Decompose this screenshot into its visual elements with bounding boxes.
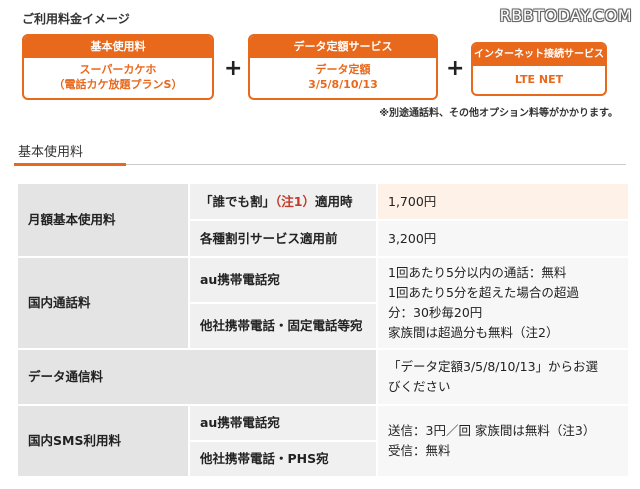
plan-box-header: データ定額サービス [250, 36, 436, 58]
footnote: ※別途通話料、その他オプション料等がかかります。 [379, 108, 618, 119]
row-header-data: データ通信料 [16, 348, 378, 406]
plan-box-header: インターネット接続サービス [473, 44, 605, 66]
row-subheader: 他社携帯電話・PHS宛 [188, 440, 378, 478]
table-row: 月額基本使用料 「誰でも割」（注1）適用時 1,700円 [16, 182, 630, 258]
row-subheader: 「誰でも割」（注1）適用時 [188, 182, 378, 221]
plan-box-line: 3/5/8/10/13 [308, 78, 378, 91]
table-row: 国内通話料 au携帯電話宛 1回あたり5分以内の通話：無料 1回あたり5分を超え… [16, 256, 630, 350]
row-header-domestic-call: 国内通話料 [16, 256, 190, 350]
row-header-sms: 国内SMS利用料 [16, 404, 190, 478]
value-line: 分：30秒毎20円 [388, 305, 483, 320]
plan-box-body: LTE NET [473, 66, 605, 87]
summary-title: ご利用料金イメージ [22, 12, 130, 26]
label-text: 適用時 [314, 193, 353, 209]
plus-sign: + [446, 56, 465, 81]
cell-value: 1回あたり5分以内の通話：無料 1回あたり5分を超えた場合の超過 分：30秒毎2… [376, 256, 630, 350]
plan-box-line: LTE NET [514, 73, 564, 86]
row-header-monthly: 月額基本使用料 [16, 182, 190, 258]
plan-box-body: スーパーカケホ （電話カケ放題プランS） [24, 58, 212, 92]
plan-box-line: データ定額 [315, 63, 371, 76]
value-line: びください [388, 379, 451, 394]
note-ref: （注1） [275, 193, 315, 209]
plus-sign: + [224, 56, 243, 81]
plan-box-line: スーパーカケホ [79, 63, 157, 76]
row-subheader: 他社携帯電話・固定電話等宛 [188, 302, 378, 350]
row-subheader: au携帯電話宛 [188, 404, 378, 442]
plan-box-header: 基本使用料 [24, 36, 212, 58]
value-line: 1回あたり5分以内の通話：無料 [388, 265, 567, 280]
watermark: RBBTODAY.COM [499, 6, 632, 25]
cell-value: 送信：3円／回 家族間は無料（注3） 受信：無料 [376, 404, 630, 478]
value-line: 家族間は超過分も無料（注2） [388, 325, 559, 340]
cell-value: 3,200円 [376, 219, 630, 258]
section-divider-accent [14, 163, 126, 166]
plan-box-body: データ定額 3/5/8/10/13 [250, 58, 436, 92]
fee-table: 月額基本使用料 「誰でも割」（注1）適用時 1,700円 各種割引サービス適用前… [16, 182, 630, 478]
cell-value: 1,700円 [376, 182, 630, 221]
plan-box-data: データ定額サービス データ定額 3/5/8/10/13 [248, 34, 438, 100]
value-line: 「データ定額3/5/8/10/13」からお選 [388, 359, 599, 374]
value-line: 1回あたり5分を超えた場合の超過 [388, 285, 579, 300]
table-row: データ通信料 「データ定額3/5/8/10/13」からお選 びください [16, 348, 630, 406]
plan-box-basic: 基本使用料 スーパーカケホ （電話カケ放題プランS） [22, 34, 214, 100]
value-line: 受信：無料 [388, 443, 451, 458]
row-subheader: 各種割引サービス適用前 [188, 219, 378, 258]
cell-value: 「データ定額3/5/8/10/13」からお選 びください [376, 348, 630, 406]
label-text: 「誰でも割」 [200, 193, 276, 209]
plan-box-internet: インターネット接続サービス LTE NET [471, 42, 607, 96]
plan-box-line: （電話カケ放題プランS） [53, 78, 183, 91]
row-subheader: au携帯電話宛 [188, 256, 378, 304]
table-row: 国内SMS利用料 au携帯電話宛 送信：3円／回 家族間は無料（注3） 受信：無… [16, 404, 630, 478]
section-title: 基本使用料 [18, 145, 84, 160]
value-line: 送信：3円／回 家族間は無料（注3） [388, 423, 596, 438]
